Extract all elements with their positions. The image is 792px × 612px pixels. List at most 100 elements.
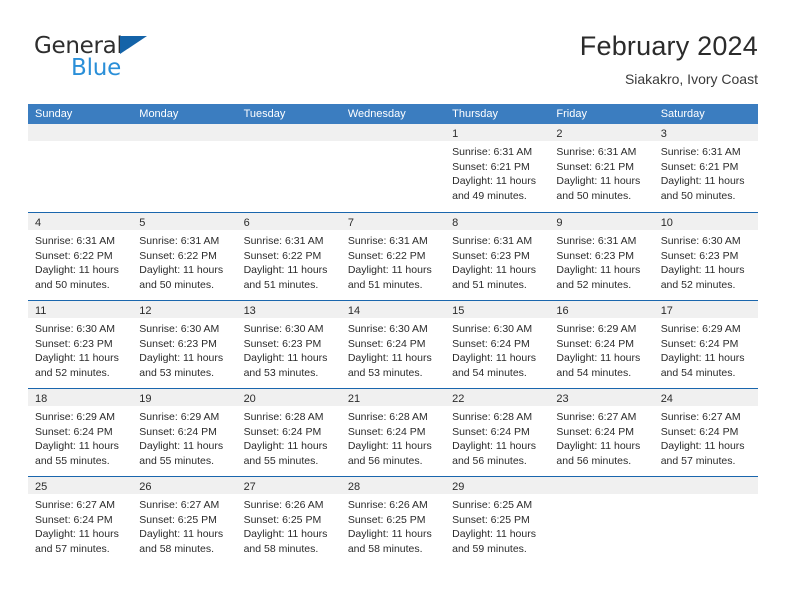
calendar-day-cell[interactable]: 1 Sunrise: 6:31 AM Sunset: 6:21 PM Daylight… bbox=[445, 124, 550, 212]
day-info: Sunrise: 6:31 AM Sunset: 6:22 PM Daylight:… bbox=[341, 230, 445, 292]
sunset-text: Sunset: 6:25 PM bbox=[243, 513, 322, 526]
calendar-week-row: 1 Sunrise: 6:31 AM Sunset: 6:21 PM Daylight… bbox=[28, 124, 758, 212]
day-number-band: 18 bbox=[28, 389, 133, 406]
calendar-day-cell[interactable]: 26 Sunrise: 6:27 AM Sunset: 6:25 PM Dayligh… bbox=[132, 477, 237, 564]
daylight-text: Daylight: 11 hours and 56 minutes. bbox=[556, 440, 641, 467]
calendar-day-cell[interactable]: 9 Sunrise: 6:31 AM Sunset: 6:23 PM Daylight… bbox=[549, 213, 654, 300]
calendar-day-cell[interactable]: 2 Sunrise: 6:31 AM Sunset: 6:21 PM Daylight… bbox=[549, 124, 654, 212]
day-info: Sunrise: 6:30 AM Sunset: 6:23 PM Daylight:… bbox=[28, 318, 132, 380]
daylight-text: Daylight: 11 hours and 50 minutes. bbox=[35, 264, 119, 291]
sunrise-text: Sunrise: 6:30 AM bbox=[35, 323, 115, 335]
calendar-day-cell[interactable]: 28 Sunrise: 6:26 AM Sunset: 6:25 PM Dayligh… bbox=[340, 477, 446, 564]
sunset-text: Sunset: 6:24 PM bbox=[139, 425, 217, 438]
calendar-day-cell[interactable]: 17 Sunrise: 6:29 AM Sunset: 6:24 PM Dayligh… bbox=[653, 301, 758, 388]
sunset-text: Sunset: 6:21 PM bbox=[556, 160, 635, 173]
day-number: 29 bbox=[452, 481, 465, 493]
day-info: Sunrise: 6:28 AM Sunset: 6:24 PM Daylight:… bbox=[237, 406, 341, 468]
day-number: 24 bbox=[660, 393, 673, 405]
sunrise-text: Sunrise: 6:29 AM bbox=[556, 323, 637, 335]
calendar-day-cell[interactable]: 13 Sunrise: 6:30 AM Sunset: 6:23 PM Dayligh… bbox=[236, 301, 341, 388]
calendar-day-cell[interactable]: 27 Sunrise: 6:26 AM Sunset: 6:25 PM Dayligh… bbox=[236, 477, 341, 564]
day-number: 23 bbox=[556, 393, 569, 405]
daylight-text: Daylight: 11 hours and 56 minutes. bbox=[452, 440, 536, 467]
sunset-text: Sunset: 6:24 PM bbox=[660, 337, 739, 350]
day-number-band: 15 bbox=[445, 301, 550, 318]
calendar-day-cell[interactable]: 22 Sunrise: 6:28 AM Sunset: 6:24 PM Dayligh… bbox=[445, 389, 550, 476]
day-info: Sunrise: 6:28 AM Sunset: 6:24 PM Daylight:… bbox=[445, 406, 549, 468]
calendar-day-cell[interactable]: 5 Sunrise: 6:31 AM Sunset: 6:22 PM Daylight… bbox=[132, 213, 237, 300]
sunset-text: Sunset: 6:24 PM bbox=[243, 425, 322, 438]
daylight-text: Daylight: 11 hours and 55 minutes. bbox=[139, 440, 224, 467]
day-info: Sunrise: 6:31 AM Sunset: 6:23 PM Daylight:… bbox=[445, 230, 549, 292]
calendar-day-cell[interactable]: 24 Sunrise: 6:27 AM Sunset: 6:24 PM Dayligh… bbox=[653, 389, 758, 476]
calendar-day-cell[interactable]: 10 Sunrise: 6:30 AM Sunset: 6:23 PM Dayligh… bbox=[653, 213, 758, 300]
general-blue-logo: General Blue bbox=[34, 35, 214, 91]
sunset-text: Sunset: 6:22 PM bbox=[139, 249, 217, 262]
calendar-day-cell[interactable]: 19 Sunrise: 6:29 AM Sunset: 6:24 PM Dayligh… bbox=[132, 389, 237, 476]
day-info: Sunrise: 6:31 AM Sunset: 6:22 PM Daylight:… bbox=[132, 230, 236, 292]
daylight-text: Daylight: 11 hours and 53 minutes. bbox=[243, 352, 328, 379]
sunrise-text: Sunrise: 6:31 AM bbox=[556, 146, 637, 158]
sunset-text: Sunset: 6:24 PM bbox=[35, 513, 113, 526]
calendar-day-cell[interactable]: 3 Sunrise: 6:31 AM Sunset: 6:21 PM Daylight… bbox=[653, 124, 758, 212]
day-info: Sunrise: 6:29 AM Sunset: 6:24 PM Daylight:… bbox=[28, 406, 132, 468]
sunrise-text: Sunrise: 6:27 AM bbox=[660, 411, 741, 423]
day-number: 2 bbox=[556, 128, 563, 140]
calendar-day-cell[interactable]: 4 Sunrise: 6:31 AM Sunset: 6:22 PM Daylight… bbox=[28, 213, 133, 300]
calendar-day-cell[interactable]: 25 Sunrise: 6:27 AM Sunset: 6:24 PM Dayligh… bbox=[28, 477, 133, 564]
calendar-day-cell[interactable]: 18 Sunrise: 6:29 AM Sunset: 6:24 PM Dayligh… bbox=[28, 389, 133, 476]
day-info: Sunrise: 6:31 AM Sunset: 6:22 PM Daylight:… bbox=[237, 230, 341, 292]
calendar-day-cell[interactable]: 20 Sunrise: 6:28 AM Sunset: 6:24 PM Dayligh… bbox=[236, 389, 341, 476]
day-number-band: 16 bbox=[549, 301, 654, 318]
daylight-text: Daylight: 11 hours and 50 minutes. bbox=[556, 175, 641, 202]
calendar-day-cell[interactable]: 14 Sunrise: 6:30 AM Sunset: 6:24 PM Dayligh… bbox=[340, 301, 446, 388]
day-number-band bbox=[653, 477, 758, 494]
calendar-weeks: 1 Sunrise: 6:31 AM Sunset: 6:21 PM Daylight… bbox=[28, 124, 758, 564]
calendar-day-cell-empty bbox=[132, 124, 237, 212]
day-number-band: 9 bbox=[549, 213, 654, 230]
logo-blue-text: Blue bbox=[71, 55, 122, 81]
day-info: Sunrise: 6:30 AM Sunset: 6:24 PM Daylight:… bbox=[445, 318, 549, 380]
day-number: 8 bbox=[452, 217, 459, 229]
day-number: 14 bbox=[347, 305, 361, 317]
calendar-day-cell[interactable]: 12 Sunrise: 6:30 AM Sunset: 6:23 PM Dayligh… bbox=[132, 301, 237, 388]
weekday-header-monday: Monday bbox=[139, 108, 179, 120]
day-info: Sunrise: 6:31 AM Sunset: 6:21 PM Daylight:… bbox=[445, 141, 549, 203]
calendar-day-cell[interactable]: 8 Sunrise: 6:31 AM Sunset: 6:23 PM Daylight… bbox=[445, 213, 550, 300]
calendar-day-cell[interactable]: 16 Sunrise: 6:29 AM Sunset: 6:24 PM Dayligh… bbox=[549, 301, 654, 388]
sunset-text: Sunset: 6:25 PM bbox=[347, 513, 426, 526]
day-number: 16 bbox=[556, 305, 569, 317]
daylight-text: Daylight: 11 hours and 54 minutes. bbox=[660, 352, 745, 379]
day-number-band bbox=[28, 124, 133, 141]
calendar-day-cell[interactable]: 23 Sunrise: 6:27 AM Sunset: 6:24 PM Dayligh… bbox=[549, 389, 654, 476]
calendar-day-cell[interactable]: 11 Sunrise: 6:30 AM Sunset: 6:23 PM Dayligh… bbox=[28, 301, 133, 388]
calendar-day-cell[interactable]: 15 Sunrise: 6:30 AM Sunset: 6:24 PM Dayligh… bbox=[445, 301, 550, 388]
day-number-band: 2 bbox=[549, 124, 654, 141]
calendar-week-row: 4 Sunrise: 6:31 AM Sunset: 6:22 PM Daylight… bbox=[28, 212, 758, 300]
daylight-text: Daylight: 11 hours and 51 minutes. bbox=[347, 264, 432, 291]
daylight-text: Daylight: 11 hours and 57 minutes. bbox=[660, 440, 745, 467]
day-info: Sunrise: 6:27 AM Sunset: 6:25 PM Daylight:… bbox=[132, 494, 236, 556]
day-number-band: 26 bbox=[132, 477, 237, 494]
sunset-text: Sunset: 6:24 PM bbox=[35, 425, 113, 438]
daylight-text: Daylight: 11 hours and 58 minutes. bbox=[347, 528, 432, 555]
calendar-day-cell[interactable]: 29 Sunrise: 6:25 AM Sunset: 6:25 PM Dayligh… bbox=[445, 477, 550, 564]
calendar-day-cell[interactable]: 6 Sunrise: 6:31 AM Sunset: 6:22 PM Daylight… bbox=[236, 213, 341, 300]
day-info: Sunrise: 6:25 AM Sunset: 6:25 PM Daylight:… bbox=[445, 494, 549, 556]
sunset-text: Sunset: 6:25 PM bbox=[139, 513, 217, 526]
sunset-text: Sunset: 6:24 PM bbox=[347, 337, 426, 350]
daylight-text: Daylight: 11 hours and 51 minutes. bbox=[243, 264, 328, 291]
sunset-text: Sunset: 6:22 PM bbox=[35, 249, 113, 262]
day-info: Sunrise: 6:27 AM Sunset: 6:24 PM Daylight:… bbox=[549, 406, 653, 468]
calendar-day-cell-empty bbox=[653, 477, 758, 564]
sunset-text: Sunset: 6:23 PM bbox=[660, 249, 739, 262]
calendar-day-cell[interactable]: 21 Sunrise: 6:28 AM Sunset: 6:24 PM Dayligh… bbox=[340, 389, 446, 476]
day-number-band: 6 bbox=[236, 213, 341, 230]
day-number-band: 19 bbox=[132, 389, 237, 406]
calendar-day-cell-empty bbox=[549, 477, 654, 564]
day-number-band: 27 bbox=[236, 477, 341, 494]
daylight-text: Daylight: 11 hours and 56 minutes. bbox=[347, 440, 432, 467]
sunset-text: Sunset: 6:24 PM bbox=[556, 337, 635, 350]
calendar-day-cell[interactable]: 7 Sunrise: 6:31 AM Sunset: 6:22 PM Daylight… bbox=[340, 213, 446, 300]
day-number: 17 bbox=[660, 305, 673, 317]
